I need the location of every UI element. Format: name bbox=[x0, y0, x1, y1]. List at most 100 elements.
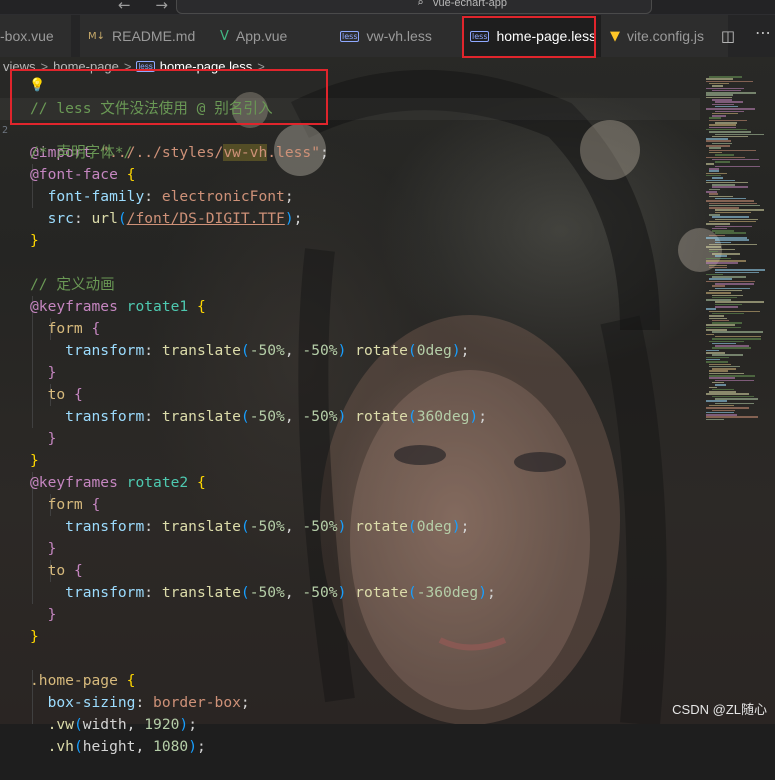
code-line: form { bbox=[0, 296, 101, 337]
minimap-line bbox=[712, 184, 735, 186]
minimap-line bbox=[712, 388, 734, 391]
code-text: box-sizing: border-box; bbox=[47, 694, 250, 711]
minimap[interactable] bbox=[702, 76, 775, 436]
minimap-line bbox=[712, 177, 723, 179]
minimap-line bbox=[706, 400, 727, 402]
minimap-line bbox=[709, 193, 718, 195]
minimap-line bbox=[709, 340, 744, 342]
code-text: to { bbox=[47, 562, 83, 579]
code-text: form { bbox=[47, 320, 101, 337]
vue-file-icon: V bbox=[220, 28, 229, 44]
tab-vite-config-js[interactable]: ▼ vite.config.js bbox=[602, 15, 728, 57]
minimap-line bbox=[706, 128, 747, 131]
minimap-line bbox=[709, 82, 729, 85]
code-line: transform: translate(-50%, -50%) rotate(… bbox=[0, 494, 469, 535]
minimap-line bbox=[706, 326, 741, 329]
minimap-line bbox=[709, 151, 722, 154]
tab-box-vue[interactable]: -box.vue bbox=[0, 15, 71, 57]
minimap-line bbox=[712, 322, 742, 324]
code-line: } bbox=[0, 406, 57, 447]
code-text: @keyframes rotate2 { bbox=[30, 474, 206, 491]
minimap-line bbox=[712, 294, 743, 296]
watermark: CSDN @ZL随心 bbox=[672, 702, 767, 717]
minimap-line bbox=[712, 135, 748, 138]
minimap-line bbox=[712, 347, 751, 349]
minimap-line bbox=[709, 404, 734, 407]
title-bar: ← → ⌕ vue-echart-app bbox=[0, 0, 775, 15]
minimap-line bbox=[706, 223, 730, 225]
tab-app-vue[interactable]: V App.vue bbox=[212, 15, 332, 57]
minimap-line bbox=[706, 145, 730, 147]
minimap-line bbox=[709, 363, 731, 365]
minimap-line bbox=[715, 402, 754, 405]
code-line: @keyframes rotate1 { bbox=[0, 274, 206, 315]
minimap-line bbox=[706, 260, 746, 262]
minimap-line bbox=[709, 264, 727, 267]
minimap-line bbox=[709, 315, 724, 317]
code-line: transform: translate(-50%, -50%) rotate(… bbox=[0, 384, 487, 425]
tab-readme-md[interactable]: M↓ README.md bbox=[80, 15, 212, 57]
tab-vw-vh-less[interactable]: less vw-vh.less bbox=[332, 15, 462, 57]
minimap-line bbox=[709, 310, 760, 313]
minimap-line bbox=[709, 317, 727, 319]
code-editor[interactable]: // less 文件没法使用 @ 别名引入 💡 2 @import "../..… bbox=[0, 76, 700, 755]
minimap-line bbox=[715, 105, 738, 108]
minimap-line bbox=[712, 285, 725, 287]
code-text: .vw(width, 1920); bbox=[47, 716, 197, 733]
minimap-line bbox=[709, 375, 755, 377]
command-center[interactable]: ⌕ vue-echart-app bbox=[176, 0, 652, 14]
code-text: transform: translate(-50%, -50%) rotate(… bbox=[65, 408, 487, 425]
minimap-line bbox=[706, 349, 719, 352]
code-line: transform: translate(-50%, -50%) rotate(… bbox=[0, 560, 496, 601]
minimap-line bbox=[709, 188, 720, 191]
minimap-line bbox=[706, 246, 721, 248]
code-text: to { bbox=[47, 386, 83, 403]
minimap-line bbox=[715, 110, 744, 112]
navigation-arrows-icon[interactable]: ← → bbox=[118, 0, 178, 14]
split-editor-icon[interactable]: ◫ bbox=[721, 27, 735, 45]
minimap-line bbox=[712, 368, 736, 370]
minimap-line bbox=[706, 273, 723, 276]
minimap-line bbox=[715, 154, 734, 156]
minimap-line bbox=[709, 147, 721, 149]
minimap-line bbox=[709, 370, 728, 372]
minimap-line bbox=[709, 377, 735, 379]
code-line: to { bbox=[0, 538, 83, 579]
minimap-line bbox=[712, 395, 754, 398]
minimap-line bbox=[712, 276, 746, 278]
minimap-line bbox=[712, 103, 734, 106]
code-line: to { bbox=[0, 362, 83, 403]
minimap-line bbox=[709, 149, 756, 152]
markdown-file-icon: M↓ bbox=[88, 30, 106, 42]
minimap-line bbox=[712, 354, 743, 356]
minimap-line bbox=[712, 319, 729, 322]
code-line: } bbox=[0, 340, 57, 381]
code-line: } bbox=[0, 208, 39, 249]
minimap-line bbox=[715, 161, 730, 163]
minimap-line bbox=[712, 409, 735, 411]
minimap-line bbox=[715, 306, 738, 308]
minimap-line bbox=[709, 220, 756, 223]
minimap-line bbox=[706, 361, 728, 363]
minimap-line bbox=[715, 301, 764, 303]
minimap-line bbox=[706, 156, 745, 158]
code-text: .vh(height, 1080); bbox=[47, 738, 206, 755]
minimap-line bbox=[715, 239, 749, 241]
minimap-line bbox=[706, 262, 738, 264]
minimap-line bbox=[715, 241, 731, 244]
command-center-label: vue-echart-app bbox=[433, 0, 507, 9]
code-text: form { bbox=[47, 496, 101, 513]
minimap-line bbox=[715, 211, 751, 214]
minimap-line bbox=[709, 386, 717, 388]
minimap-line bbox=[709, 391, 736, 393]
minimap-line bbox=[712, 142, 732, 145]
minimap-line bbox=[706, 257, 731, 260]
minimap-line bbox=[715, 283, 754, 285]
minimap-line bbox=[709, 195, 733, 198]
minimap-line bbox=[709, 207, 739, 209]
minimap-line bbox=[715, 271, 759, 273]
more-actions-icon[interactable]: ⋯ bbox=[755, 23, 771, 42]
code-line: @keyframes rotate2 { bbox=[0, 450, 206, 491]
minimap-line bbox=[706, 333, 714, 336]
code-text: @font-face { bbox=[30, 166, 136, 183]
